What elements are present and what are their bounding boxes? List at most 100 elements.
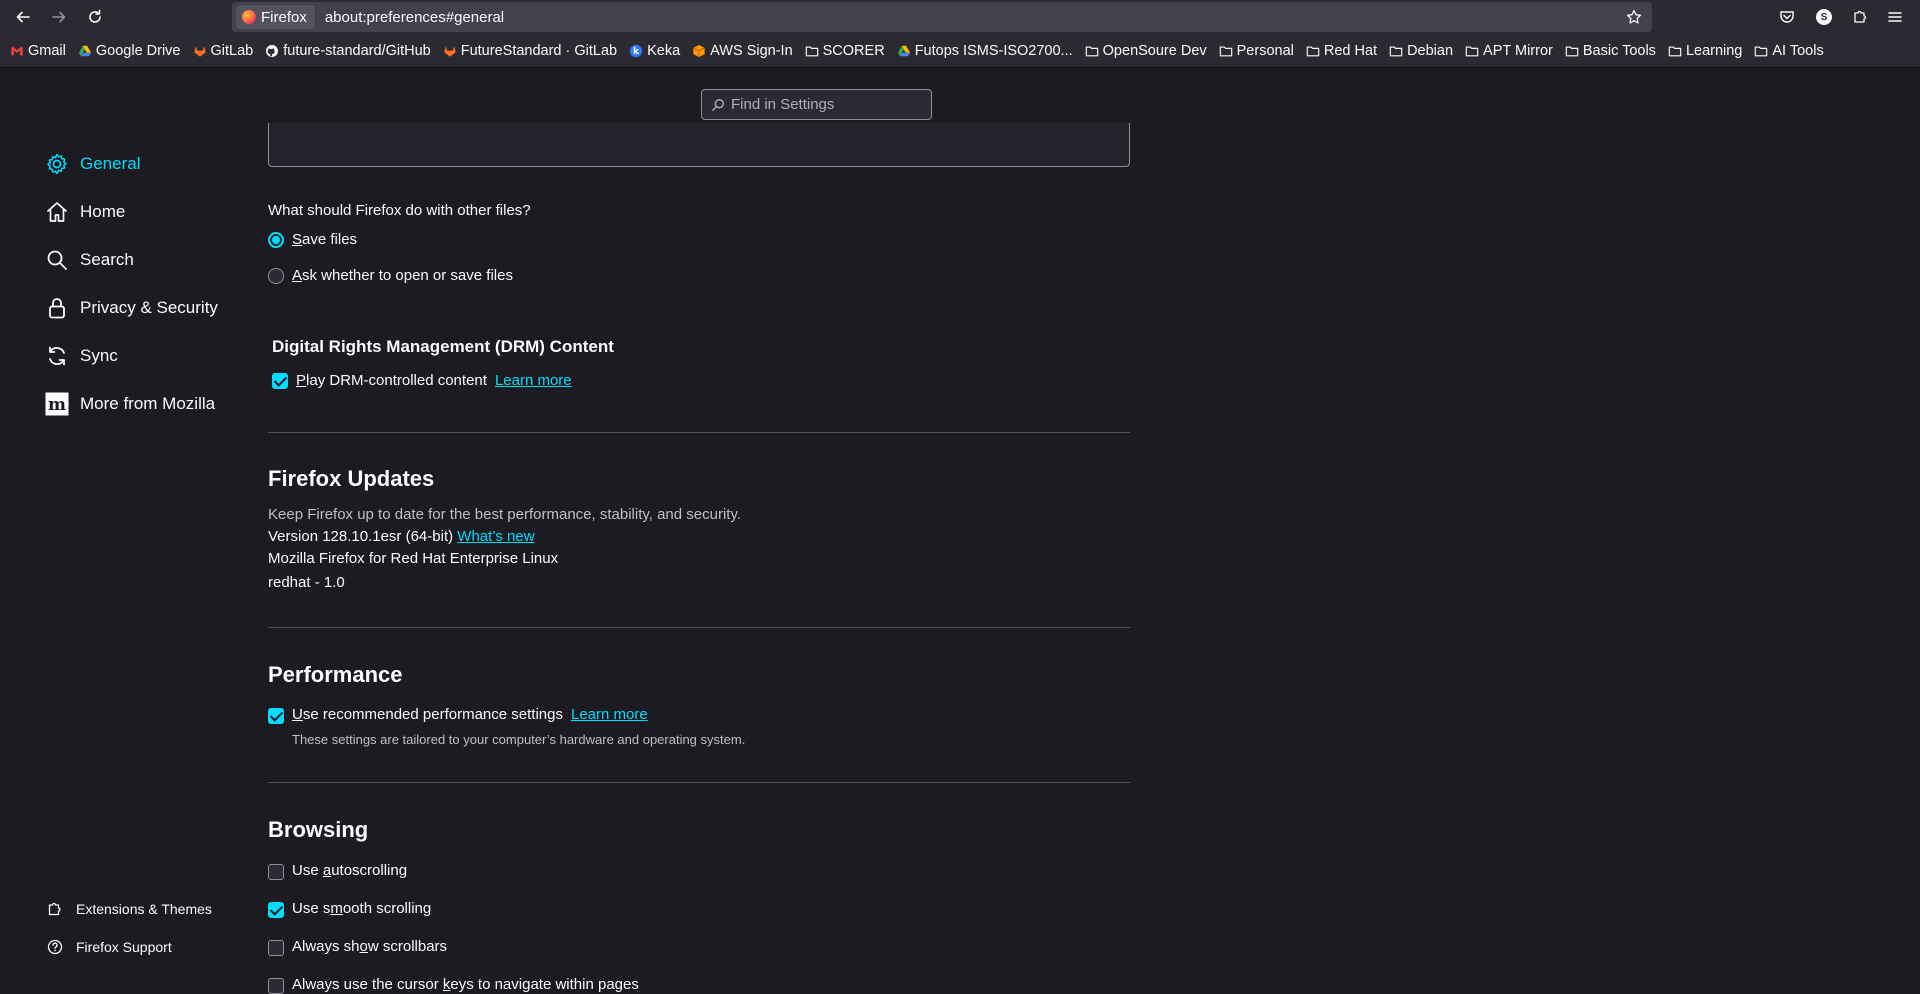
folder-icon [1754, 44, 1768, 58]
firefox-support-link[interactable]: Firefox Support [46, 938, 172, 956]
save-files-label[interactable]: Save files [292, 231, 357, 248]
accesskey: o [359, 938, 368, 955]
whats-new-link[interactable]: What’s new [457, 528, 534, 545]
accesskey: a [322, 862, 332, 879]
bookmark-item[interactable]: k Keka [629, 43, 680, 59]
extensions-themes-link[interactable]: Extensions & Themes [46, 900, 212, 918]
identity-box[interactable]: Firefox [236, 5, 315, 29]
bookmark-item[interactable]: Futops ISMS-ISO2700... [897, 43, 1073, 59]
bookmark-item[interactable]: GitLab [193, 43, 253, 59]
label-part: Always use the cursor [292, 976, 443, 993]
cursor-keys-label[interactable]: Always use the cursor keys to navigate w… [292, 976, 639, 993]
category-search[interactable]: Search [44, 244, 134, 276]
firefox-logo-icon [242, 10, 256, 24]
recommended-performance-label[interactable]: Use recommended performance settings Lear… [292, 706, 648, 723]
drm-learn-more-link[interactable]: Learn more [495, 372, 572, 389]
performance-description: These settings are tailored to your comp… [292, 732, 746, 747]
bookmark-label: Futops ISMS-ISO2700... [914, 42, 1073, 59]
bookmark-label: OpenSoure Dev [1102, 42, 1207, 59]
applications-list[interactable] [268, 123, 1130, 167]
autoscrolling-checkbox[interactable] [268, 864, 284, 880]
distribution-about: Mozilla Firefox for Red Hat Enterprise L… [268, 550, 559, 567]
gitlab-icon [193, 44, 207, 58]
app-menu-button[interactable] [1884, 6, 1906, 28]
avatar-icon: S [1816, 9, 1832, 25]
mozilla-icon: m [44, 391, 70, 417]
folder-icon [1219, 44, 1233, 58]
reload-button[interactable] [81, 4, 109, 30]
smooth-scrolling-checkbox[interactable] [268, 902, 284, 918]
bookmark-item[interactable]: SCORER [805, 43, 885, 59]
bookmark-item[interactable]: Personal [1219, 43, 1294, 59]
ask-open-save-radio[interactable] [268, 268, 284, 284]
category-privacy[interactable]: Privacy & Security [44, 292, 218, 324]
extensions-button[interactable] [1849, 6, 1871, 28]
version-text: Version 128.10.1esr (64-bit) [268, 528, 454, 545]
always-show-scrollbars-label[interactable]: Always show scrollbars [292, 938, 447, 955]
bookmark-item[interactable]: Learning [1668, 43, 1742, 59]
accesskey: m [330, 900, 343, 917]
bookmark-label: Basic Tools [1582, 42, 1656, 59]
bookmark-item[interactable]: OpenSoure Dev [1085, 43, 1207, 59]
bookmark-item[interactable]: Basic Tools [1565, 43, 1656, 59]
back-arrow-icon [16, 11, 30, 23]
always-show-scrollbars-checkbox[interactable] [268, 940, 284, 956]
bookmark-label: Learning [1685, 42, 1743, 59]
forward-arrow-icon [52, 11, 66, 23]
settings-search-box[interactable] [701, 89, 932, 120]
forward-button[interactable] [45, 4, 73, 30]
accesskey: S [292, 231, 303, 248]
bookmark-item[interactable]: FutureStandard · GitLab [443, 43, 617, 59]
save-files-radio[interactable] [268, 232, 284, 248]
folder-icon [1668, 44, 1682, 58]
drm-checkbox[interactable] [272, 373, 288, 389]
distribution-id: redhat - 1.0 [268, 574, 345, 591]
ask-open-save-label[interactable]: Ask whether to open or save files [292, 267, 513, 284]
bookmark-item[interactable]: AI Tools [1754, 42, 1824, 59]
bookmark-item[interactable]: future-standard/GitHub [265, 43, 431, 59]
category-label: Home [80, 202, 126, 221]
lock-icon [44, 295, 70, 321]
smooth-scrolling-label[interactable]: Use smooth scrolling [292, 900, 431, 917]
bookmark-item[interactable]: Debian [1389, 43, 1453, 59]
drm-label[interactable]: Play DRM-controlled content Learn more [296, 372, 572, 389]
folder-icon [1389, 44, 1403, 58]
bookmark-label: AI Tools [1772, 42, 1824, 59]
url-text[interactable]: about:preferences#general [325, 9, 504, 26]
bookmark-label: Personal [1236, 42, 1294, 59]
url-bar[interactable]: Firefox about:preferences#general [232, 2, 1652, 32]
aws-icon [692, 44, 706, 58]
footer-link-label: Extensions & Themes [76, 901, 212, 917]
svg-text:m: m [48, 395, 66, 415]
updates-description: Keep Firefox up to date for the best per… [268, 506, 742, 523]
search-icon [712, 98, 724, 111]
category-more-from-mozilla[interactable]: m More from Mozilla [44, 388, 215, 420]
back-button[interactable] [9, 4, 37, 30]
label-rest: ave files [302, 231, 358, 248]
category-general[interactable]: General [44, 148, 140, 180]
recommended-performance-checkbox[interactable] [268, 708, 284, 724]
keka-icon: k [629, 44, 643, 58]
bookmark-label: FutureStandard · GitLab [460, 42, 618, 59]
separator [268, 432, 1130, 433]
bookmark-star-button[interactable] [1624, 7, 1644, 27]
bookmark-item[interactable]: Red Hat [1306, 43, 1377, 59]
cursor-keys-checkbox[interactable] [268, 978, 284, 994]
pocket-button[interactable] [1776, 6, 1798, 28]
gitlab-icon [443, 44, 457, 58]
bookmark-item[interactable]: Gmail [10, 43, 66, 59]
accesskey: P [296, 372, 307, 389]
folder-icon [1565, 44, 1579, 58]
autoscrolling-label[interactable]: Use autoscrolling [292, 862, 407, 879]
category-home[interactable]: Home [44, 196, 125, 228]
github-icon [265, 44, 279, 58]
settings-search-input[interactable] [731, 96, 921, 113]
bookmark-item[interactable]: APT Mirror [1465, 43, 1553, 59]
bookmark-label: Keka [647, 42, 681, 59]
bookmark-item[interactable]: AWS Sign-In [692, 43, 793, 59]
bookmark-item[interactable]: Google Drive [78, 43, 181, 59]
category-label: Privacy & Security [80, 298, 218, 317]
performance-learn-more-link[interactable]: Learn more [571, 706, 648, 723]
category-sync[interactable]: Sync [44, 340, 118, 372]
account-button[interactable]: S [1813, 6, 1835, 28]
